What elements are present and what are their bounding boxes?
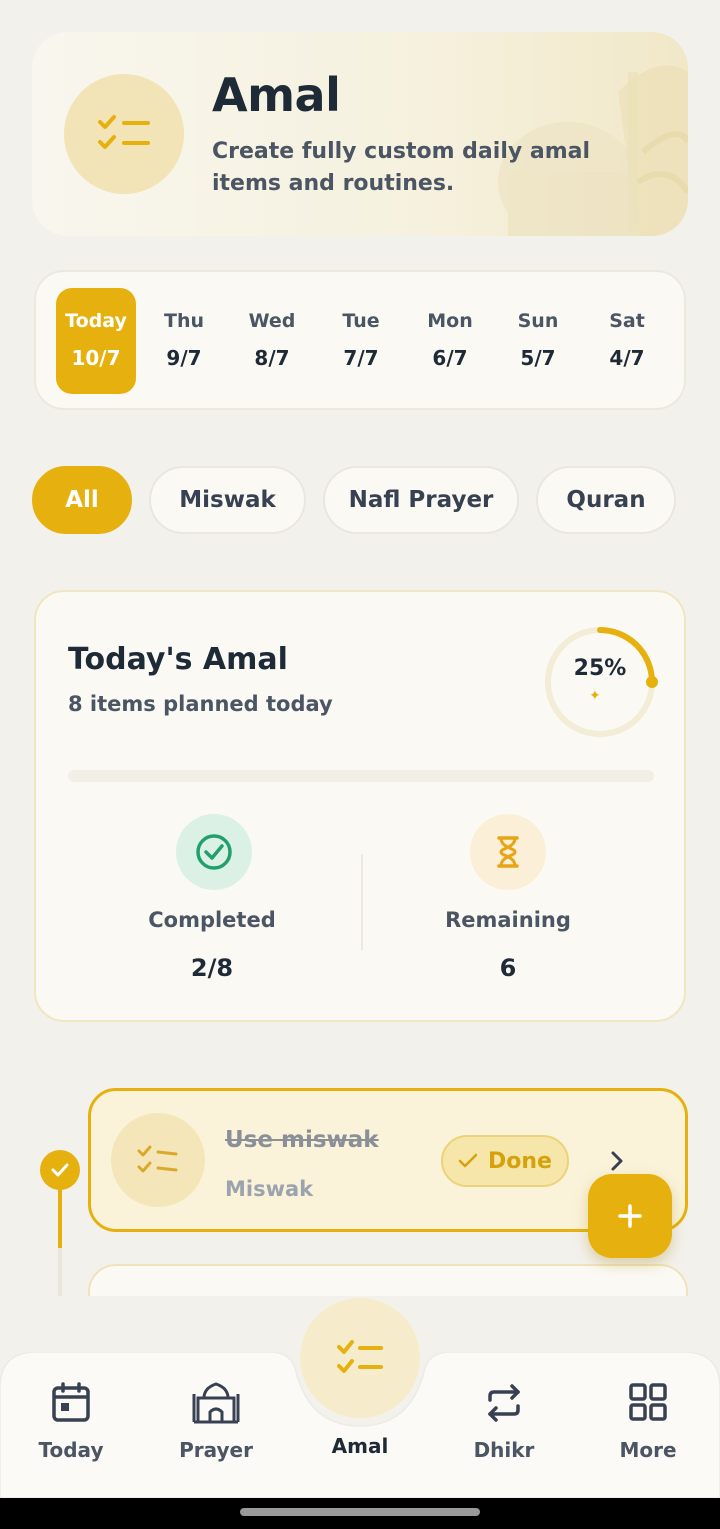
summary-title: Today's Amal (68, 642, 288, 677)
nav-label: Dhikr (473, 1438, 535, 1462)
date-number: 5/7 (520, 346, 556, 370)
date-day: Sun (517, 310, 559, 332)
progress-bar (68, 770, 654, 782)
chevron-right-icon[interactable] (607, 1149, 627, 1173)
nav-item-dhikr[interactable]: Dhikr (444, 1382, 564, 1462)
page-title: Amal (212, 68, 341, 122)
sparkle-icon: ✦ (589, 688, 601, 704)
completed-label: Completed (148, 908, 276, 932)
date-item-wed[interactable]: Wed 8/7 (232, 288, 312, 394)
mosque-icon (192, 1382, 240, 1424)
check-icon (458, 1153, 478, 1168)
progress-percent: 25% (573, 656, 627, 681)
date-day: Thu (163, 310, 204, 332)
nav-center-amal-button[interactable] (300, 1298, 420, 1418)
date-number: 6/7 (432, 346, 468, 370)
date-selector: Today 10/7 Thu 9/7 Wed 8/7 Tue 7/7 Mon 6… (34, 270, 686, 410)
header-card: Amal Create fully custom daily amal item… (32, 32, 688, 236)
date-number: 7/7 (343, 346, 379, 370)
date-day: Wed (248, 310, 296, 332)
hourglass-icon (470, 814, 546, 890)
summary-subtitle: 8 items planned today (68, 692, 333, 716)
remaining-label: Remaining (445, 908, 571, 932)
mosque-illustration (498, 65, 688, 236)
nav-label: More (619, 1438, 677, 1462)
checklist-icon (111, 1113, 205, 1207)
nav-item-today[interactable]: Today (11, 1382, 131, 1462)
amal-item-title: Use miswak (225, 1127, 379, 1153)
nav-item-more[interactable]: More (588, 1382, 708, 1462)
filter-chip-nafl-prayer[interactable]: Nafl Prayer (323, 466, 519, 534)
date-item-mon[interactable]: Mon 6/7 (410, 288, 490, 394)
progress-ring (545, 627, 658, 737)
filter-chip-miswak[interactable]: Miswak (149, 466, 306, 534)
remaining-value: 6 (499, 954, 517, 982)
filter-chip-all[interactable]: All (32, 466, 132, 534)
grid-icon (629, 1383, 667, 1421)
date-day: Tue (342, 310, 380, 332)
amal-item-card[interactable] (88, 1264, 688, 1296)
page-subtitle: Create fully custom daily amal items and… (212, 139, 591, 196)
add-amal-button[interactable] (588, 1174, 672, 1258)
date-day: Sat (609, 310, 645, 332)
nav-label: Amal (331, 1434, 389, 1458)
date-number: 8/7 (254, 346, 290, 370)
nav-item-prayer[interactable]: Prayer (156, 1382, 276, 1462)
done-badge[interactable]: Done (441, 1135, 569, 1187)
date-day: Today (65, 310, 127, 332)
checklist-icon (64, 74, 184, 194)
stat-divider (361, 854, 363, 950)
checklist-icon (337, 1340, 383, 1373)
nav-label: Prayer (179, 1438, 253, 1462)
todays-amal-summary: Today's Amal 8 items planned today 25% ✦… (34, 590, 686, 1022)
date-day: Mon (427, 310, 473, 332)
date-number: 4/7 (609, 346, 645, 370)
date-item-sat[interactable]: Sat 4/7 (587, 288, 667, 394)
timeline-check-icon (40, 1150, 80, 1190)
done-label: Done (488, 1148, 552, 1174)
date-item-sun[interactable]: Sun 5/7 (498, 288, 578, 394)
amal-item-category: Miswak (225, 1177, 314, 1201)
completed-value: 2/8 (190, 954, 234, 982)
nav-label: Today (38, 1438, 104, 1462)
home-indicator[interactable] (240, 1508, 480, 1516)
date-item-today[interactable]: Today 10/7 (56, 288, 136, 394)
repeat-icon (488, 1384, 520, 1422)
plus-icon (618, 1204, 642, 1228)
date-number: 10/7 (71, 346, 121, 370)
date-item-tue[interactable]: Tue 7/7 (321, 288, 401, 394)
filter-chip-quran[interactable]: Quran (536, 466, 676, 534)
calendar-icon (52, 1382, 90, 1422)
date-item-thu[interactable]: Thu 9/7 (144, 288, 224, 394)
nav-item-amal[interactable]: Amal (300, 1434, 420, 1458)
date-number: 9/7 (166, 346, 202, 370)
system-navigation-bar (0, 1498, 720, 1529)
check-circle-icon (176, 814, 252, 890)
